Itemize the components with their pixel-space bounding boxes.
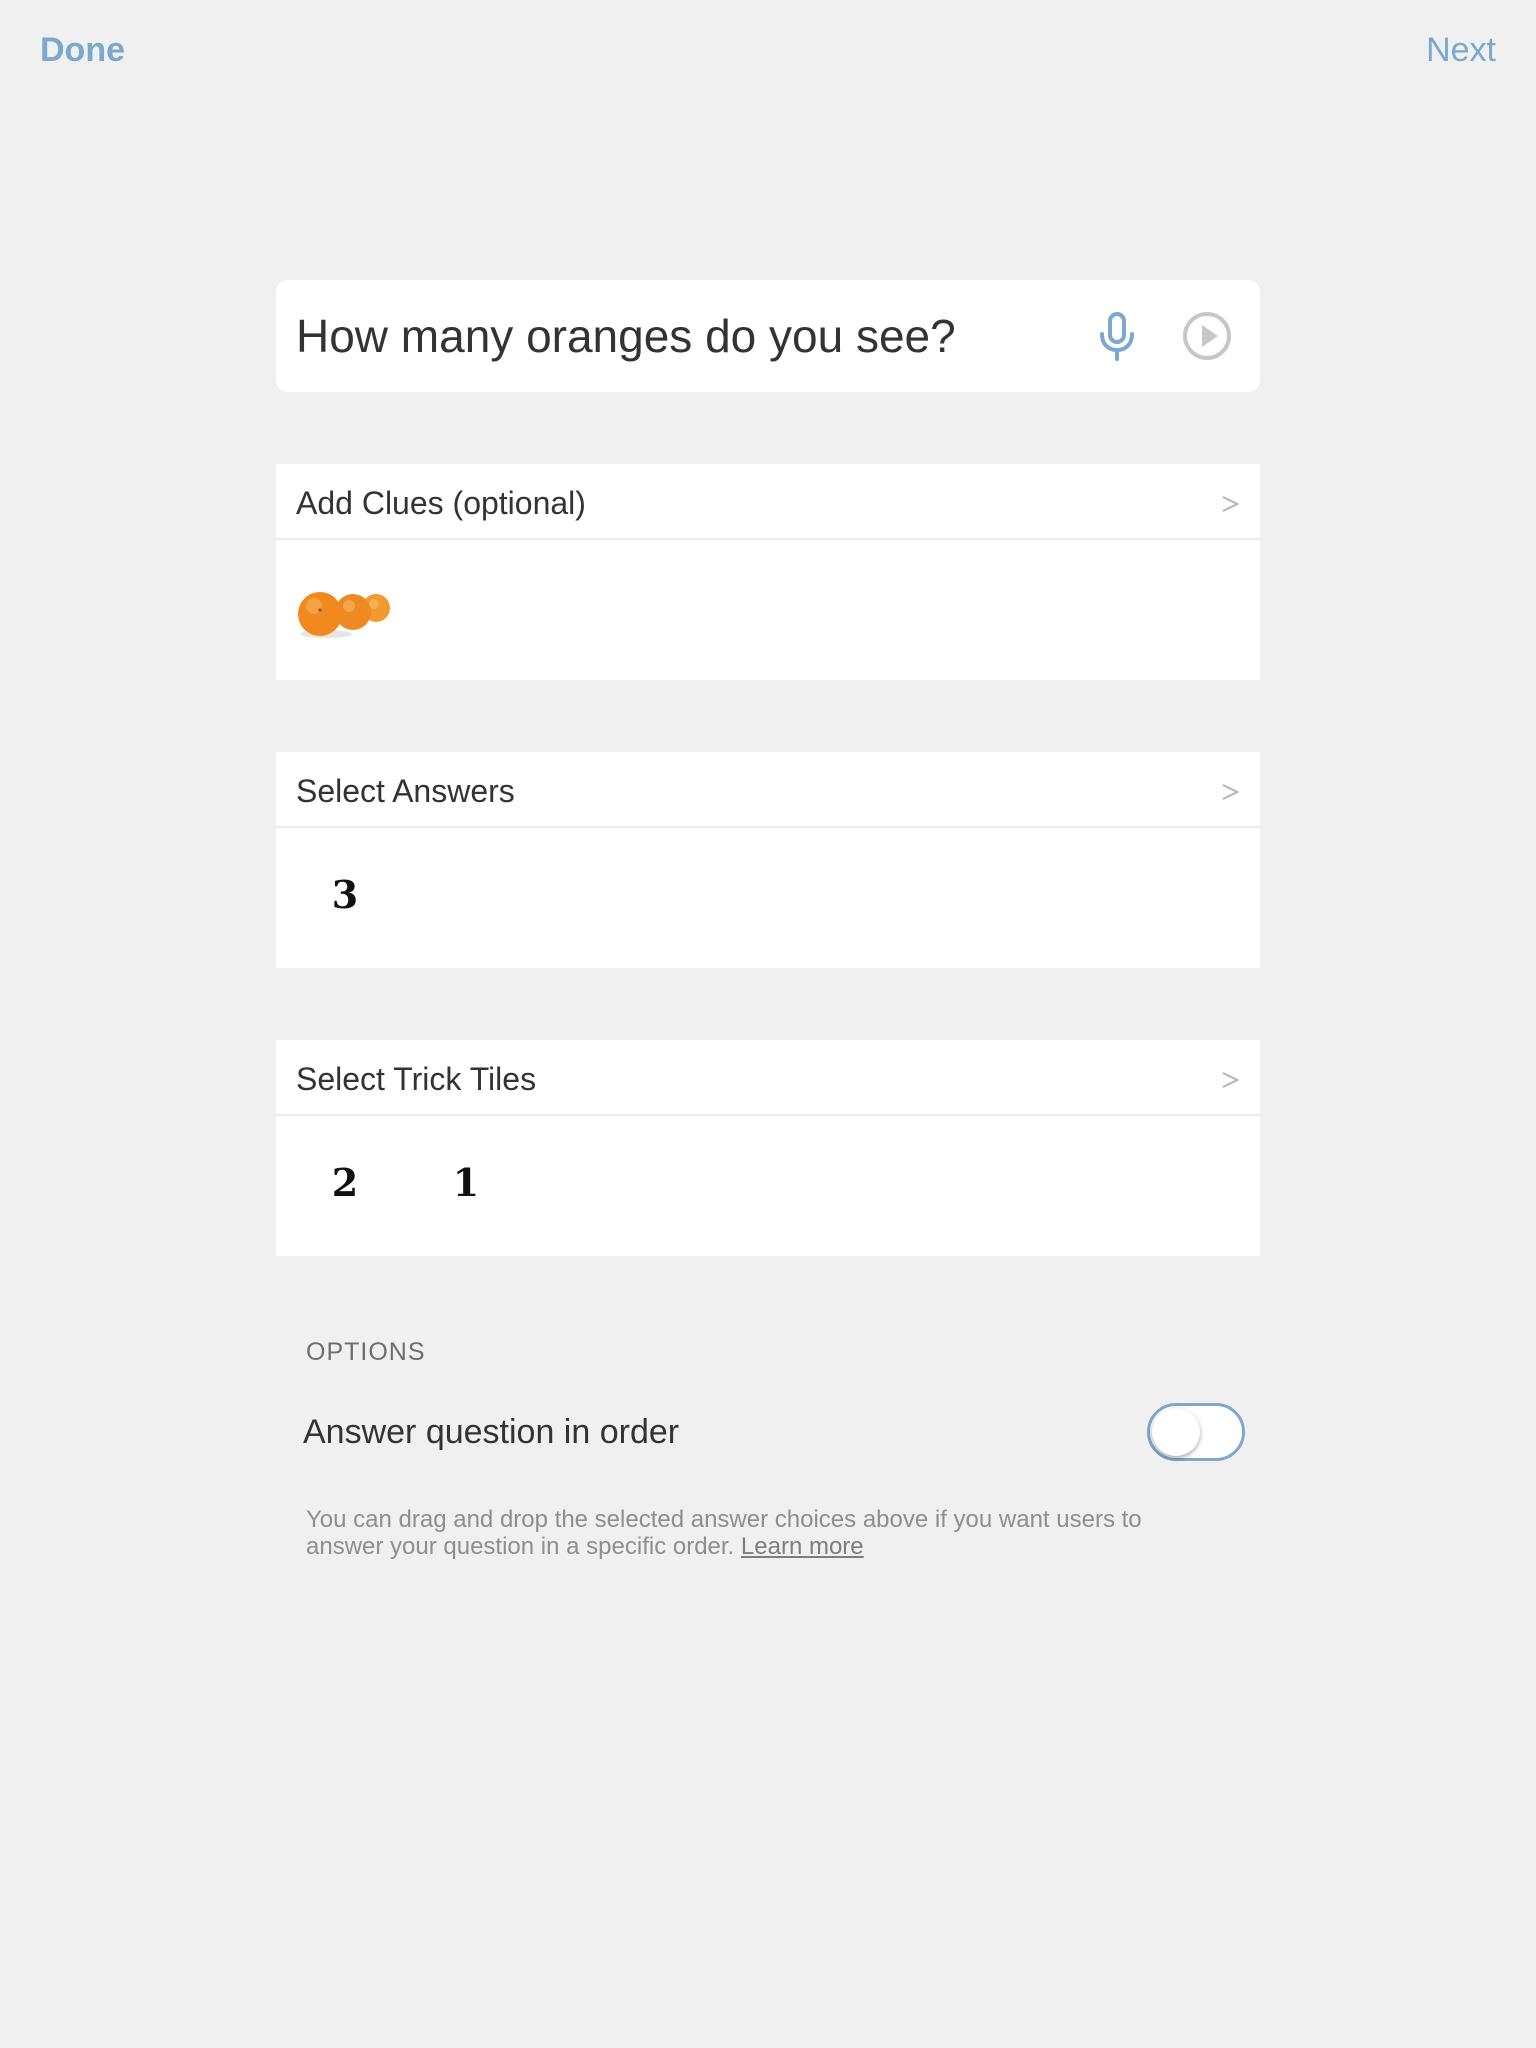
question-card: How many oranges do you see? [276,280,1260,392]
answers-title: Select Answers [296,773,515,809]
oranges-image[interactable] [294,580,394,640]
chevron-right-icon [1222,496,1240,512]
clues-body [276,540,1260,680]
chevron-right-icon [1222,1072,1240,1088]
answers-body: 3 [276,828,1260,968]
answers-card: Select Answers 3 [276,752,1260,968]
toggle-knob[interactable] [1152,1408,1200,1456]
done-button[interactable]: Done [40,28,125,72]
learn-more-link[interactable]: Learn more [741,1533,864,1560]
trick-tile[interactable]: 1 [446,1160,486,1205]
trick-tiles-title: Select Trick Tiles [296,1061,537,1097]
play-circle-icon[interactable] [1181,310,1233,362]
chevron-right-icon [1222,784,1240,800]
clues-header[interactable]: Add Clues (optional) [276,464,1260,540]
microphone-icon[interactable] [1092,310,1142,362]
help-text-body: You can drag and drop the selected answe… [306,1506,1142,1560]
answer-in-order-toggle[interactable] [1147,1403,1245,1461]
options-heading: OPTIONS [306,1338,426,1366]
answer-tile[interactable]: 3 [325,872,365,917]
question-text[interactable]: How many oranges do you see? [296,280,956,392]
clues-card: Add Clues (optional) [276,464,1260,680]
clues-title: Add Clues (optional) [296,485,586,521]
answers-header[interactable]: Select Answers [276,752,1260,828]
trick-tile[interactable]: 2 [325,1160,365,1205]
trick-tiles-card: Select Trick Tiles 2 1 [276,1040,1260,1256]
trick-tiles-body: 2 1 [276,1116,1260,1256]
next-button[interactable]: Next [1426,28,1496,72]
trick-tiles-header[interactable]: Select Trick Tiles [276,1040,1260,1116]
answer-in-order-label: Answer question in order [303,1413,680,1451]
order-help-text: You can drag and drop the selected answe… [306,1506,1206,1560]
